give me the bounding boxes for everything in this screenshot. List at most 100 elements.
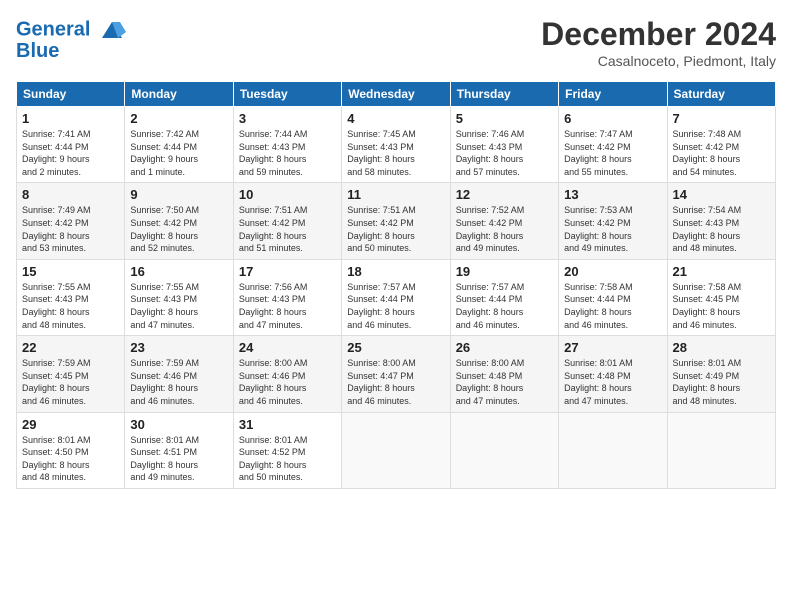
day-number: 13 (564, 187, 661, 202)
day-number: 20 (564, 264, 661, 279)
day-cell: 22 Sunrise: 7:59 AMSunset: 4:45 PMDayligh… (17, 336, 125, 412)
day-info: Sunrise: 7:46 AMSunset: 4:43 PMDaylight:… (456, 128, 553, 178)
calendar-title: December 2024 (541, 16, 776, 53)
day-cell: 9Sunrise: 7:50 AMSunset: 4:42 PMDaylight… (125, 183, 233, 259)
logo-general: General (16, 18, 90, 40)
day-cell: 3Sunrise: 7:44 AMSunset: 4:43 PMDaylight… (233, 107, 341, 183)
day-number: 10 (239, 187, 336, 202)
header-day-sunday: Sunday (17, 82, 125, 107)
week-row-1: 1 Sunrise: 7:41 AMSunset: 4:44 PMDaylight… (17, 107, 776, 183)
day-number: 6 (564, 111, 661, 126)
day-cell: 23 Sunrise: 7:59 AMSunset: 4:46 PMDayligh… (125, 336, 233, 412)
day-cell (342, 412, 450, 488)
day-info: Sunrise: 8:01 AMSunset: 4:50 PMDaylight:… (22, 434, 119, 484)
day-info: Sunrise: 7:57 AMSunset: 4:44 PMDaylight:… (347, 281, 444, 331)
day-cell: 1 Sunrise: 7:41 AMSunset: 4:44 PMDaylight… (17, 107, 125, 183)
page-container: General Blue December 2024 Casalnoceto, … (0, 0, 792, 499)
week-row-4: 22 Sunrise: 7:59 AMSunset: 4:45 PMDayligh… (17, 336, 776, 412)
day-cell: 21 Sunrise: 7:58 AMSunset: 4:45 PMDayligh… (667, 259, 775, 335)
day-cell: 15 Sunrise: 7:55 AMSunset: 4:43 PMDayligh… (17, 259, 125, 335)
day-cell: 14Sunrise: 7:54 AMSunset: 4:43 PMDayligh… (667, 183, 775, 259)
day-number: 26 (456, 340, 553, 355)
day-number: 30 (130, 417, 227, 432)
day-cell: 10 Sunrise: 7:51 AMSunset: 4:42 PMDayligh… (233, 183, 341, 259)
day-cell: 19Sunrise: 7:57 AMSunset: 4:44 PMDayligh… (450, 259, 558, 335)
day-number: 21 (673, 264, 770, 279)
day-number: 15 (22, 264, 119, 279)
day-info: Sunrise: 7:59 AMSunset: 4:45 PMDaylight:… (22, 357, 119, 407)
day-info: Sunrise: 8:01 AMSunset: 4:52 PMDaylight:… (239, 434, 336, 484)
day-info: Sunrise: 7:55 AMSunset: 4:43 PMDaylight:… (22, 281, 119, 331)
day-cell: 24Sunrise: 8:00 AMSunset: 4:46 PMDayligh… (233, 336, 341, 412)
header-day-monday: Monday (125, 82, 233, 107)
day-info: Sunrise: 7:58 AMSunset: 4:44 PMDaylight:… (564, 281, 661, 331)
day-cell: 25 Sunrise: 8:00 AMSunset: 4:47 PMDayligh… (342, 336, 450, 412)
day-number: 3 (239, 111, 336, 126)
day-cell: 2 Sunrise: 7:42 AMSunset: 4:44 PMDaylight… (125, 107, 233, 183)
day-cell: 17 Sunrise: 7:56 AMSunset: 4:43 PMDayligh… (233, 259, 341, 335)
day-info: Sunrise: 7:51 AMSunset: 4:42 PMDaylight:… (347, 204, 444, 254)
day-info: Sunrise: 7:49 AMSunset: 4:42 PMDaylight:… (22, 204, 119, 254)
week-row-3: 15 Sunrise: 7:55 AMSunset: 4:43 PMDayligh… (17, 259, 776, 335)
day-cell: 28 Sunrise: 8:01 AMSunset: 4:49 PMDayligh… (667, 336, 775, 412)
day-number: 7 (673, 111, 770, 126)
header-day-wednesday: Wednesday (342, 82, 450, 107)
day-cell: 20 Sunrise: 7:58 AMSunset: 4:44 PMDayligh… (559, 259, 667, 335)
day-cell (559, 412, 667, 488)
day-info: Sunrise: 7:56 AMSunset: 4:43 PMDaylight:… (239, 281, 336, 331)
day-info: Sunrise: 8:00 AMSunset: 4:47 PMDaylight:… (347, 357, 444, 407)
day-info: Sunrise: 7:52 AMSunset: 4:42 PMDaylight:… (456, 204, 553, 254)
day-info: Sunrise: 7:59 AMSunset: 4:46 PMDaylight:… (130, 357, 227, 407)
header: General Blue December 2024 Casalnoceto, … (16, 16, 776, 69)
day-cell: 5 Sunrise: 7:46 AMSunset: 4:43 PMDaylight… (450, 107, 558, 183)
day-number: 1 (22, 111, 119, 126)
day-number: 16 (130, 264, 227, 279)
day-cell: 29Sunrise: 8:01 AMSunset: 4:50 PMDayligh… (17, 412, 125, 488)
day-info: Sunrise: 7:55 AMSunset: 4:43 PMDaylight:… (130, 281, 227, 331)
calendar-subtitle: Casalnoceto, Piedmont, Italy (541, 53, 776, 69)
day-number: 31 (239, 417, 336, 432)
day-number: 11 (347, 187, 444, 202)
header-day-saturday: Saturday (667, 82, 775, 107)
day-info: Sunrise: 8:01 AMSunset: 4:49 PMDaylight:… (673, 357, 770, 407)
day-cell: 16 Sunrise: 7:55 AMSunset: 4:43 PMDayligh… (125, 259, 233, 335)
day-info: Sunrise: 7:42 AMSunset: 4:44 PMDaylight:… (130, 128, 227, 178)
header-row: SundayMondayTuesdayWednesdayThursdayFrid… (17, 82, 776, 107)
day-number: 14 (673, 187, 770, 202)
day-cell: 26Sunrise: 8:00 AMSunset: 4:48 PMDayligh… (450, 336, 558, 412)
day-cell: 6Sunrise: 7:47 AMSunset: 4:42 PMDaylight… (559, 107, 667, 183)
day-cell: 4Sunrise: 7:45 AMSunset: 4:43 PMDaylight… (342, 107, 450, 183)
header-day-friday: Friday (559, 82, 667, 107)
day-number: 28 (673, 340, 770, 355)
day-info: Sunrise: 7:51 AMSunset: 4:42 PMDaylight:… (239, 204, 336, 254)
day-cell: 8 Sunrise: 7:49 AMSunset: 4:42 PMDaylight… (17, 183, 125, 259)
day-number: 2 (130, 111, 227, 126)
day-cell (450, 412, 558, 488)
calendar-table: SundayMondayTuesdayWednesdayThursdayFrid… (16, 81, 776, 489)
day-info: Sunrise: 7:41 AMSunset: 4:44 PMDaylight:… (22, 128, 119, 178)
title-block: December 2024 Casalnoceto, Piedmont, Ita… (541, 16, 776, 69)
day-info: Sunrise: 8:01 AMSunset: 4:48 PMDaylight:… (564, 357, 661, 407)
logo: General Blue (16, 16, 126, 63)
day-number: 24 (239, 340, 336, 355)
day-cell: 31 Sunrise: 8:01 AMSunset: 4:52 PMDayligh… (233, 412, 341, 488)
day-cell: 13Sunrise: 7:53 AMSunset: 4:42 PMDayligh… (559, 183, 667, 259)
day-cell: 18 Sunrise: 7:57 AMSunset: 4:44 PMDayligh… (342, 259, 450, 335)
day-number: 18 (347, 264, 444, 279)
day-info: Sunrise: 7:50 AMSunset: 4:42 PMDaylight:… (130, 204, 227, 254)
day-number: 22 (22, 340, 119, 355)
day-info: Sunrise: 7:58 AMSunset: 4:45 PMDaylight:… (673, 281, 770, 331)
day-info: Sunrise: 7:45 AMSunset: 4:43 PMDaylight:… (347, 128, 444, 178)
day-cell: 30Sunrise: 8:01 AMSunset: 4:51 PMDayligh… (125, 412, 233, 488)
day-number: 25 (347, 340, 444, 355)
week-row-5: 29Sunrise: 8:01 AMSunset: 4:50 PMDayligh… (17, 412, 776, 488)
day-cell: 11 Sunrise: 7:51 AMSunset: 4:42 PMDayligh… (342, 183, 450, 259)
day-number: 17 (239, 264, 336, 279)
day-number: 8 (22, 187, 119, 202)
day-number: 23 (130, 340, 227, 355)
day-number: 5 (456, 111, 553, 126)
day-number: 27 (564, 340, 661, 355)
day-info: Sunrise: 7:48 AMSunset: 4:42 PMDaylight:… (673, 128, 770, 178)
day-cell: 7 Sunrise: 7:48 AMSunset: 4:42 PMDaylight… (667, 107, 775, 183)
day-number: 19 (456, 264, 553, 279)
